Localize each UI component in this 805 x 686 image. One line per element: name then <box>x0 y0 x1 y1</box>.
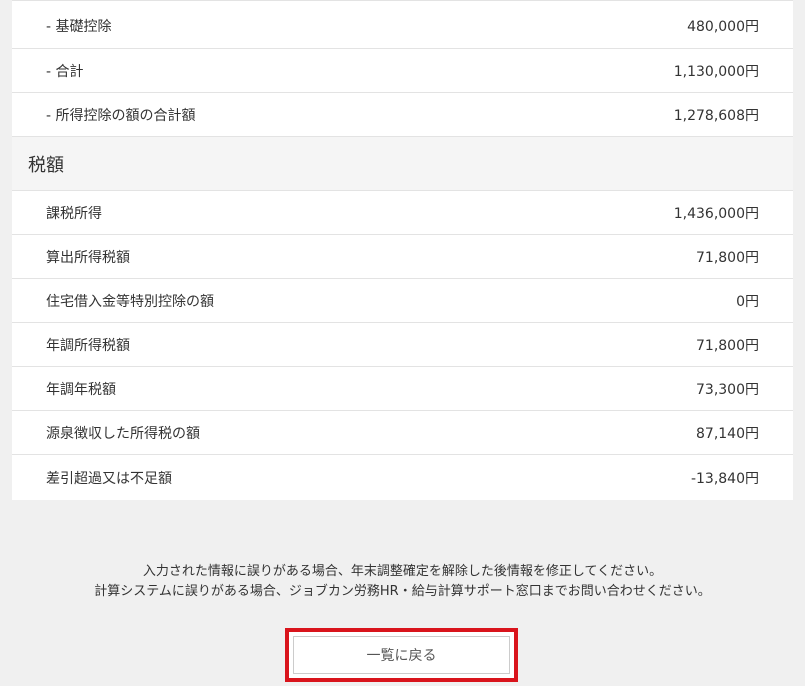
results-panel: - 基礎控除 480,000円 - 合計 1,130,000円 - 所得控除の額… <box>12 0 793 500</box>
tax-row-taxable-income: 課税所得 1,436,000円 <box>12 191 793 235</box>
row-label: 算出所得税額 <box>46 249 130 266</box>
deduction-row-grand-total: - 所得控除の額の合計額 1,278,608円 <box>12 93 793 137</box>
back-button-highlight: 一覧に戻る <box>285 628 518 682</box>
deduction-row-basic: - 基礎控除 480,000円 <box>12 0 793 49</box>
row-label: 年調所得税額 <box>46 337 130 354</box>
tax-row-adjusted-annual-tax: 年調年税額 73,300円 <box>12 367 793 411</box>
tax-row-computed-tax: 算出所得税額 71,800円 <box>12 235 793 279</box>
notice-line-1: 入力された情報に誤りがある場合、年末調整確定を解除した後情報を修正してください。 <box>142 564 663 579</box>
deduction-row-total: - 合計 1,130,000円 <box>12 49 793 93</box>
row-label: - 合計 <box>46 63 84 80</box>
row-value: 73,300円 <box>696 381 759 398</box>
row-label: 年調年税額 <box>46 381 116 398</box>
notice-message: 入力された情報に誤りがある場合、年末調整確定を解除した後情報を修正してください。… <box>0 562 805 602</box>
row-label: 住宅借入金等特別控除の額 <box>46 293 214 310</box>
row-value: 87,140円 <box>696 425 759 442</box>
tax-row-adjusted-income-tax: 年調所得税額 71,800円 <box>12 323 793 367</box>
row-value: -13,840円 <box>690 470 759 487</box>
row-value: 1,436,000円 <box>673 205 759 222</box>
back-to-list-button[interactable]: 一覧に戻る <box>293 636 510 674</box>
row-label: 源泉徴収した所得税の額 <box>46 425 200 442</box>
row-value: 0円 <box>736 293 759 310</box>
row-value: 71,800円 <box>696 249 759 266</box>
row-label: - 基礎控除 <box>46 19 112 35</box>
notice-line-2: 計算システムに誤りがある場合、ジョブカン労務HR・給与計算サポート窓口までお問い… <box>94 584 711 599</box>
tax-row-balance: 差引超過又は不足額 -13,840円 <box>12 455 793 500</box>
tax-row-housing-loan-deduction: 住宅借入金等特別控除の額 0円 <box>12 279 793 323</box>
tax-row-withheld-tax: 源泉徴収した所得税の額 87,140円 <box>12 411 793 455</box>
row-label: 課税所得 <box>46 205 102 222</box>
row-value: 480,000円 <box>687 19 759 35</box>
row-value: 71,800円 <box>696 337 759 354</box>
row-label: - 所得控除の額の合計額 <box>46 107 196 124</box>
section-title-tax: 税額 <box>12 137 793 191</box>
row-label: 差引超過又は不足額 <box>46 470 172 487</box>
row-value: 1,278,608円 <box>673 107 759 124</box>
row-value: 1,130,000円 <box>673 63 759 80</box>
